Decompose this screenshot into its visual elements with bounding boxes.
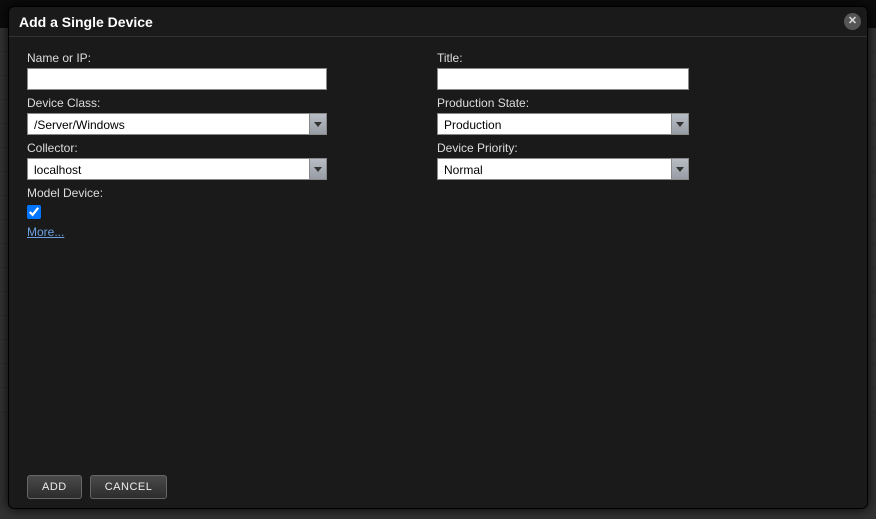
- cancel-button[interactable]: CANCEL: [90, 475, 168, 499]
- more-link[interactable]: More...: [27, 225, 64, 239]
- chevron-down-icon[interactable]: [671, 113, 689, 135]
- left-column: Name or IP: Device Class: /Server/Window…: [27, 51, 327, 456]
- priority-label: Device Priority:: [437, 141, 737, 155]
- collector-select[interactable]: localhost: [27, 158, 327, 180]
- right-column: Title: Production State: Production Devi…: [437, 51, 737, 456]
- collector-label: Collector:: [27, 141, 327, 155]
- add-device-modal: Add a Single Device ✕ Name or IP: Device…: [8, 6, 868, 509]
- modal-body: Name or IP: Device Class: /Server/Window…: [9, 37, 867, 466]
- collector-value: localhost: [27, 158, 327, 180]
- device-class-label: Device Class:: [27, 96, 327, 110]
- chevron-down-icon[interactable]: [309, 158, 327, 180]
- device-class-value: /Server/Windows: [27, 113, 327, 135]
- prod-state-label: Production State:: [437, 96, 737, 110]
- title-label: Title:: [437, 51, 737, 65]
- name-label: Name or IP:: [27, 51, 327, 65]
- modal-title: Add a Single Device: [19, 14, 153, 30]
- prod-state-value: Production: [437, 113, 689, 135]
- title-input[interactable]: [437, 68, 689, 90]
- chevron-down-icon[interactable]: [309, 113, 327, 135]
- close-icon: ✕: [848, 15, 857, 27]
- model-device-checkbox[interactable]: [27, 205, 41, 219]
- device-class-select[interactable]: /Server/Windows: [27, 113, 327, 135]
- model-device-label: Model Device:: [27, 186, 327, 200]
- modal-header: Add a Single Device ✕: [9, 7, 867, 37]
- close-button[interactable]: ✕: [844, 13, 861, 30]
- name-input[interactable]: [27, 68, 327, 90]
- add-button[interactable]: ADD: [27, 475, 82, 499]
- chevron-down-icon[interactable]: [671, 158, 689, 180]
- modal-footer: ADD CANCEL: [9, 466, 867, 508]
- priority-select[interactable]: Normal: [437, 158, 689, 180]
- priority-value: Normal: [437, 158, 689, 180]
- prod-state-select[interactable]: Production: [437, 113, 689, 135]
